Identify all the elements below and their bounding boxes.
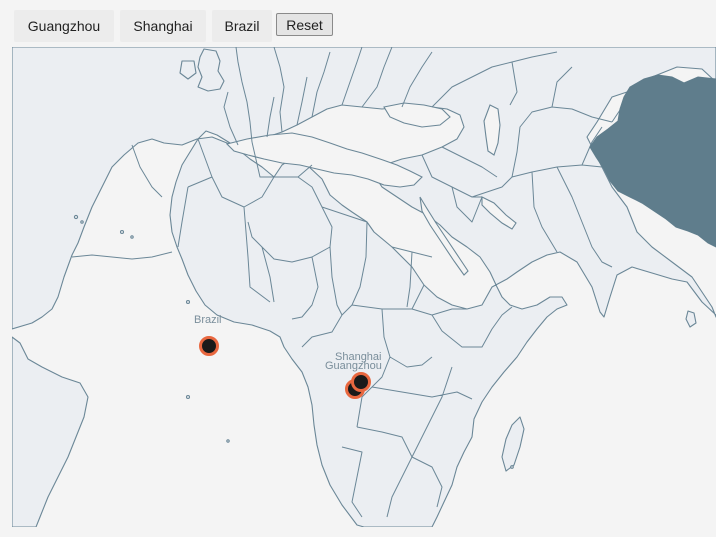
brazil-button[interactable]: Brazil	[212, 10, 272, 42]
madagascar	[501, 416, 525, 472]
island	[73, 214, 79, 220]
sri-lanka	[685, 310, 697, 328]
island	[226, 439, 230, 443]
island	[185, 394, 191, 400]
island	[510, 465, 514, 469]
world-map[interactable]: Brazil Guangzhou Shanghai	[12, 47, 716, 527]
marker-dot[interactable]	[199, 336, 219, 356]
guangzhou-button[interactable]: Guangzhou	[14, 10, 114, 42]
island	[119, 229, 125, 235]
marker-label-brazil: Brazil	[194, 314, 222, 326]
island	[130, 235, 134, 239]
island	[80, 220, 84, 224]
marker-brazil[interactable]: Brazil	[194, 314, 222, 356]
island	[185, 299, 191, 305]
toolbar: Guangzhou Shanghai Brazil Reset	[0, 0, 716, 46]
map-svg: Brazil Guangzhou Shanghai	[12, 47, 716, 527]
europe-africa-landmass	[12, 47, 716, 527]
shanghai-button[interactable]: Shanghai	[120, 10, 206, 42]
marker-label-shanghai: Shanghai	[335, 351, 382, 363]
marker-dot[interactable]	[351, 372, 371, 392]
reset-button[interactable]: Reset	[276, 13, 333, 36]
south-america	[12, 336, 89, 527]
